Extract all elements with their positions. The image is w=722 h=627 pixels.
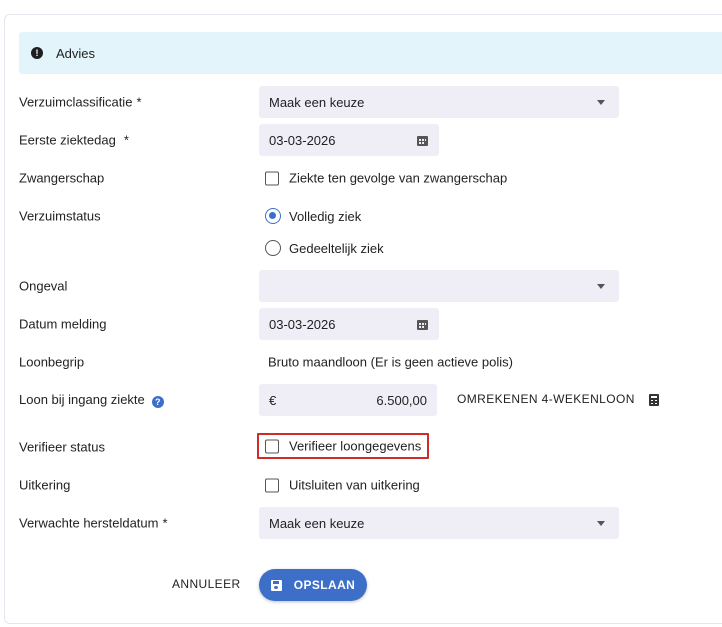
zwangerschap-checkbox[interactable]: Ziekte ten gevolge van zwangerschap	[265, 171, 507, 186]
calendar-icon[interactable]	[417, 134, 429, 146]
select-value: Maak een keuze	[269, 515, 365, 531]
label-verifieer-status: Verifieer status	[19, 439, 105, 455]
label-verzuimstatus: Verzuimstatus	[19, 208, 101, 224]
label-datum-melding: Datum melding	[19, 316, 107, 332]
required-marker: *	[162, 515, 168, 531]
label-text: Eerste ziektedag	[19, 132, 116, 148]
label-uitkering: Uitkering	[19, 477, 71, 493]
caret-down-icon	[597, 520, 605, 526]
required-marker: *	[123, 132, 129, 148]
label-loonbegrip: Loonbegrip	[19, 354, 85, 370]
label-text: Verwachte hersteldatum	[19, 515, 159, 531]
save-button[interactable]: OPSLAAN	[259, 569, 367, 601]
label-verzuimclassificatie: Verzuimclassificatie *	[19, 95, 142, 110]
caret-down-icon	[597, 99, 605, 105]
checkbox-box[interactable]	[265, 478, 279, 492]
loon-input[interactable]: € 6.500,00	[259, 384, 437, 416]
radio-button[interactable]	[265, 240, 281, 256]
date-value: 03-03-2026	[269, 316, 336, 332]
loonbegrip-value: Bruto maandloon (Er is geen actieve poli…	[268, 354, 513, 370]
help-icon[interactable]: ?	[151, 396, 164, 408]
required-marker: *	[136, 94, 142, 110]
calendar-icon[interactable]	[417, 318, 429, 330]
caret-down-icon	[597, 283, 605, 289]
radio-label[interactable]: Volledig ziek	[289, 209, 361, 224]
calculator-icon[interactable]	[649, 394, 659, 406]
exclamation-icon: !	[31, 47, 43, 59]
label-text: Verzuimclassificatie	[19, 94, 133, 110]
uitsluiten-uitkering-checkbox[interactable]: Uitsluiten van uitkering	[265, 478, 420, 493]
save-button-label: OPSLAAN	[293, 578, 356, 592]
ongeval-select[interactable]	[259, 270, 619, 302]
datum-melding-datepicker[interactable]: 03-03-2026	[259, 308, 439, 340]
label-verwachte-hersteldatum: Verwachte hersteldatum *	[19, 516, 168, 531]
verwachte-hersteldatum-select[interactable]: Maak een keuze	[259, 507, 619, 539]
radio-button-selected[interactable]	[265, 208, 281, 224]
highlight-box	[257, 433, 429, 459]
eerste-ziektedag-datepicker[interactable]: 03-03-2026	[259, 124, 439, 156]
loon-value[interactable]: 6.500,00	[376, 393, 427, 408]
label-text: Loon bij ingang ziekte	[19, 392, 145, 407]
alert-text: Advies	[56, 45, 96, 61]
radio-label[interactable]: Gedeeltelijk ziek	[289, 241, 384, 256]
label-eerste-ziektedag: Eerste ziektedag *	[19, 133, 129, 148]
floppy-disk-icon	[270, 579, 282, 591]
select-value: Maak een keuze	[269, 94, 365, 110]
radio-volledig-ziek[interactable]: Volledig ziek	[265, 208, 361, 224]
checkbox-label[interactable]: Ziekte ten gevolge van zwangerschap	[289, 171, 507, 186]
date-value: 03-03-2026	[269, 132, 336, 148]
cancel-button[interactable]: ANNULEER	[172, 577, 241, 591]
checkbox-label[interactable]: Uitsluiten van uitkering	[289, 478, 420, 493]
label-loon-bij-ingang-ziekte: Loon bij ingang ziekte?	[19, 392, 164, 408]
label-zwangerschap: Zwangerschap	[19, 170, 105, 186]
label-ongeval: Ongeval	[19, 278, 68, 294]
verzuimclassificatie-select[interactable]: Maak een keuze	[259, 86, 619, 118]
omrekenen-4-wekenloon-button[interactable]: OMREKENEN 4-WEKENLOON	[457, 392, 635, 406]
advice-alert: ! Advies	[19, 32, 722, 74]
checkbox-box[interactable]	[265, 171, 279, 185]
radio-gedeeltelijk-ziek[interactable]: Gedeeltelijk ziek	[265, 240, 384, 256]
euro-icon: €	[269, 392, 277, 408]
